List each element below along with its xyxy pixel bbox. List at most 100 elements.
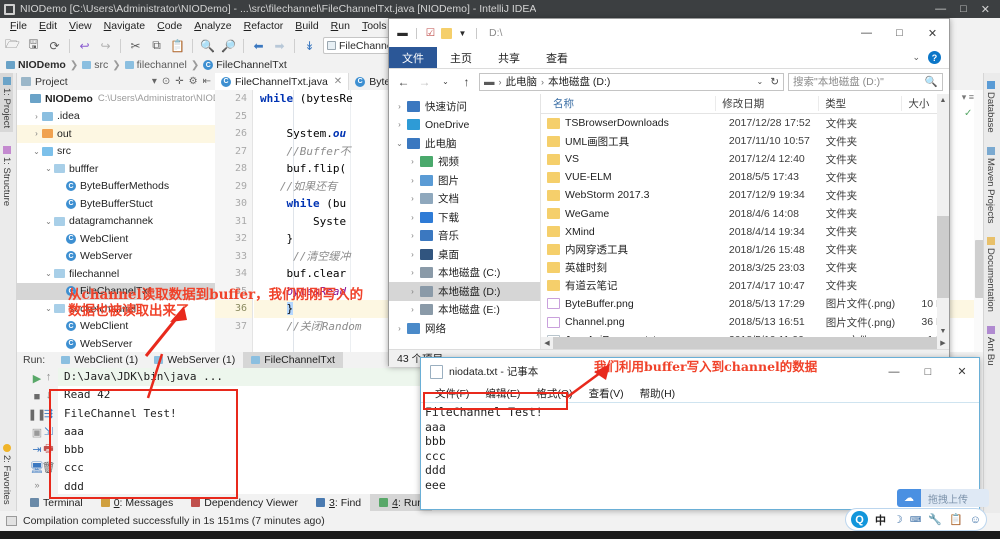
tree-node-idea[interactable]: ›.idea — [17, 108, 215, 126]
chevron-right-icon[interactable]: › — [405, 194, 420, 203]
chevron-down-icon[interactable]: ⌄ — [43, 269, 54, 278]
chevron-down-icon[interactable]: ▼ — [457, 28, 468, 39]
file-row[interactable]: ByteBuffer.png2018/5/13 17:29图片文件(.png)1… — [541, 295, 949, 313]
chevron-right-icon[interactable]: › — [405, 250, 420, 259]
idea-close-button[interactable]: ✕ — [981, 3, 990, 16]
refresh-icon[interactable]: ↻ — [770, 76, 779, 88]
file-row[interactable]: TSBrowserDownloads2017/12/28 17:52文件夹 — [541, 114, 949, 132]
file-list-hscrollbar[interactable]: ◀ ▶ — [541, 337, 949, 349]
chevron-right-icon[interactable]: › — [392, 120, 407, 129]
back-icon[interactable]: ⬅ — [249, 36, 268, 55]
tree-node-datagramchannek[interactable]: ⌄datagramchannek — [17, 213, 215, 231]
nav-item-[interactable]: ›文档 — [389, 190, 540, 209]
help-icon[interactable]: ? — [928, 51, 941, 64]
cut-icon[interactable]: ✂ — [126, 36, 145, 55]
explorer-close-button[interactable]: ✕ — [916, 19, 949, 47]
close-icon[interactable]: ✕ — [334, 76, 342, 87]
tree-node-webclient[interactable]: CWebClient — [17, 230, 215, 248]
ime-mode-toggle[interactable]: 中 — [875, 512, 886, 528]
breadcrumb-item-filechanneltxt[interactable]: CFileChannelTxt — [203, 59, 290, 71]
address-bar[interactable]: ▬ › 此电脑 › 本地磁盘 (D:) ⌄ ↻ — [479, 73, 784, 91]
explorer-maximize-button[interactable]: □ — [883, 19, 916, 47]
file-row[interactable]: Channel.png2018/5/13 16:51图片文件(.png)36 K — [541, 313, 949, 331]
notepad-text-area[interactable]: FileChannel Test!aaabbbcccdddeee — [421, 402, 979, 508]
scrollbar-thumb[interactable] — [937, 216, 949, 298]
chevron-right-icon[interactable]: › — [31, 129, 42, 138]
chevron-down-icon[interactable]: ▾ — [152, 76, 157, 87]
notepad-menu-item[interactable]: 帮助(H) — [632, 386, 684, 401]
tool-window-tab-find[interactable]: 3: Find — [307, 494, 370, 511]
properties-icon[interactable]: ☑ — [425, 28, 436, 39]
new-folder-icon[interactable] — [441, 28, 452, 39]
breadcrumb-item-niodemo[interactable]: NIODemo — [6, 59, 69, 71]
qq-logo-icon[interactable]: Q — [851, 511, 868, 528]
menu-item-file[interactable]: File — [4, 20, 33, 32]
search-box[interactable]: 搜索"本地磁盘 (D:)" 🔍 — [788, 73, 943, 91]
paste-icon[interactable]: 📋 — [168, 36, 187, 55]
drag-upload-button[interactable]: ☁ 拖拽上传 — [897, 489, 989, 507]
column-header-date[interactable]: 修改日期 — [715, 96, 818, 111]
idea-maximize-button[interactable]: □ — [960, 3, 967, 16]
ribbon-tab-view[interactable]: 查看 — [533, 47, 581, 68]
nav-item-[interactable]: ›下载 — [389, 208, 540, 227]
menu-item-code[interactable]: Code — [151, 20, 188, 32]
tree-node-bufffer[interactable]: ⌄bufffer — [17, 160, 215, 178]
nav-item-c[interactable]: ›本地磁盘 (C:) — [389, 264, 540, 283]
ribbon-tab-home[interactable]: 主页 — [437, 47, 485, 68]
address-crumb-computer[interactable]: 此电脑 — [506, 74, 538, 89]
emoji-icon[interactable]: ☺ — [970, 514, 981, 526]
run-tab-filechanneltxt[interactable]: FileChannelTxt — [243, 352, 343, 368]
chevron-down-icon[interactable]: ⌄ — [43, 164, 54, 173]
tree-node-out[interactable]: ›out — [17, 125, 215, 143]
nav-item-d[interactable]: ›本地磁盘 (D:) — [389, 282, 540, 301]
explorer-navigation-pane[interactable]: ›快速访问›OneDrive⌄此电脑›视频›图片›文档›下载›音乐›桌面›本地磁… — [389, 94, 541, 349]
idea-minimize-button[interactable]: — — [935, 3, 946, 16]
chevron-right-icon[interactable]: › — [405, 287, 420, 296]
chevron-down-icon[interactable]: ⌄ — [31, 147, 42, 156]
tree-node-filechannel[interactable]: ⌄filechannel — [17, 265, 215, 283]
ribbon-tab-file[interactable]: 文件 — [389, 47, 437, 68]
sidebar-item-project[interactable]: 1: Project — [0, 73, 13, 132]
scroll-left-icon[interactable]: ◀ — [541, 337, 553, 349]
breadcrumb-item-src[interactable]: src — [82, 59, 111, 71]
breadcrumb-item-filechannel[interactable]: filechannel — [125, 59, 190, 71]
chevron-right-icon[interactable]: › — [405, 305, 420, 314]
save-icon[interactable]: 🖫 — [24, 36, 43, 55]
file-row[interactable]: 英雄时刻2018/3/25 23:03文件夹 — [541, 259, 949, 277]
chevron-right-icon[interactable]: › — [405, 157, 420, 166]
up-icon[interactable]: ↑ — [458, 73, 475, 90]
scroll-up-icon[interactable]: ▲ — [937, 94, 949, 106]
file-list-rows[interactable]: TSBrowserDownloads2017/12/28 17:52文件夹UML… — [541, 114, 949, 349]
chevron-down-icon[interactable]: ⌄ — [43, 217, 54, 226]
nav-item-onedrive[interactable]: ›OneDrive — [389, 116, 540, 135]
locate-icon[interactable]: ✛ — [175, 76, 183, 87]
chevron-down-icon[interactable]: ⌄ — [392, 139, 407, 148]
sidebar-item-maven[interactable]: Maven Projects — [984, 143, 997, 227]
forward-icon[interactable]: ➡ — [270, 36, 289, 55]
scroll-right-icon[interactable]: ▶ — [937, 337, 949, 349]
chevron-right-icon[interactable]: › — [392, 102, 407, 111]
find-icon[interactable]: 🔍 — [198, 36, 217, 55]
keyboard-icon[interactable]: ⌨ — [910, 515, 922, 524]
file-list-scrollbar[interactable]: ▲ ▼ — [937, 94, 949, 349]
tree-node-bytebuffermethods[interactable]: CByteBufferMethods — [17, 178, 215, 196]
search-icon[interactable]: 🔍 — [925, 75, 938, 88]
nav-item-e[interactable]: ›本地磁盘 (E:) — [389, 301, 540, 320]
file-row[interactable]: VS2017/12/4 12:40文件夹 — [541, 150, 949, 168]
nav-item-[interactable]: ›视频 — [389, 153, 540, 172]
file-row[interactable]: UML画图工具2017/11/10 10:57文件夹 — [541, 132, 949, 150]
tree-node-niodemo[interactable]: NIODemoC:\Users\Administrator\NIODe — [17, 90, 215, 108]
editor-tab-filechanneltxtjava[interactable]: CFileChannelTxt.java✕ — [215, 73, 349, 90]
menu-item-analyze[interactable]: Analyze — [188, 20, 237, 32]
copy-icon[interactable]: ⧉ — [147, 36, 166, 55]
menu-item-run[interactable]: Run — [325, 20, 356, 32]
back-icon[interactable]: ← — [395, 73, 412, 90]
chevron-down-icon[interactable]: ⌄ — [43, 304, 54, 313]
sync-icon[interactable]: ⟳ — [45, 36, 64, 55]
column-header-name[interactable]: 名称 — [541, 96, 715, 111]
ribbon-tab-share[interactable]: 共享 — [485, 47, 533, 68]
drive-icon[interactable]: ▬ — [397, 28, 408, 39]
clipboard-icon[interactable]: 📋 — [949, 513, 963, 526]
find-usages-icon[interactable]: 🔎 — [219, 36, 238, 55]
nav-item-[interactable]: ›网络 — [389, 319, 540, 338]
